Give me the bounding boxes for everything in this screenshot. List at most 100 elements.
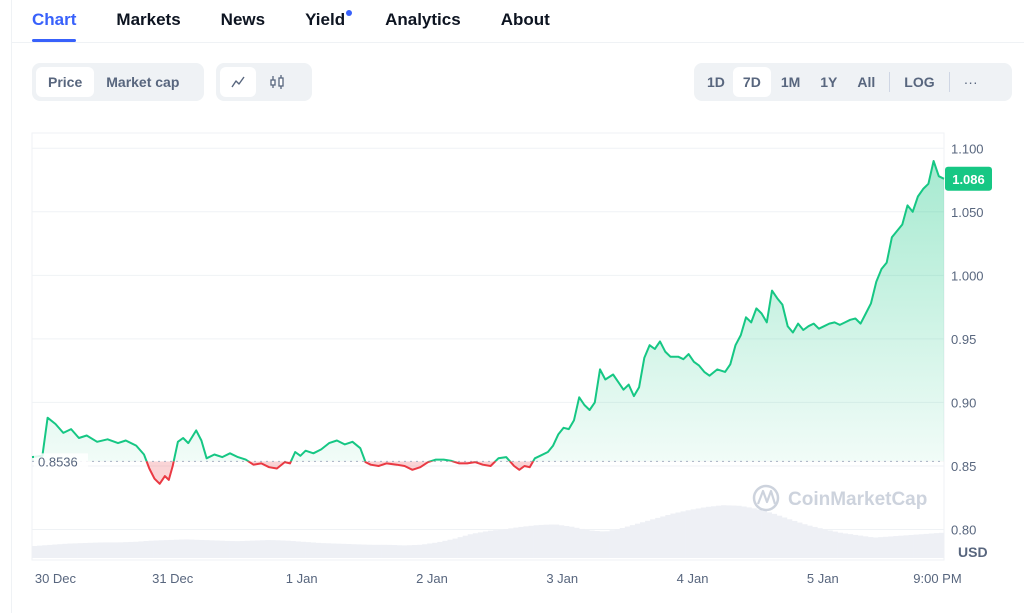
volume-bar — [32, 546, 38, 558]
volume-bar — [888, 536, 894, 558]
volume-bar — [204, 540, 210, 558]
volume-bar — [574, 527, 580, 558]
volume-bar — [457, 537, 463, 558]
price-chart[interactable]: CoinMarketCap 0.80 0.85 0.90 0.95 1.000 1.050… — [0, 0, 1024, 613]
volume-bar — [371, 544, 377, 558]
volume-bar — [477, 532, 484, 558]
volume-bar — [873, 537, 879, 558]
volume-bar — [163, 540, 170, 558]
reference-price-text: 0.8536 — [38, 454, 78, 469]
volume-bar — [614, 529, 621, 558]
volume-bar — [42, 545, 48, 558]
volume-bar — [37, 545, 43, 558]
volume-bar — [807, 525, 813, 558]
volume-bar — [452, 538, 458, 558]
volume-bar — [290, 541, 296, 558]
volume-bar — [442, 540, 448, 558]
volume-bar — [249, 540, 256, 558]
volume-bar — [771, 513, 778, 558]
volume-bar — [310, 542, 317, 558]
x-tick-label: 2 Jan — [416, 571, 448, 586]
volume-bar — [797, 522, 803, 558]
volume-bar — [330, 543, 337, 558]
y-tick-label: 0.80 — [951, 523, 976, 538]
volume-bar — [265, 540, 271, 558]
volume-bar — [786, 519, 793, 558]
reference-price-label: 0.8536 — [34, 453, 88, 470]
volume-bar — [168, 539, 175, 558]
current-price-text: 1.086 — [952, 172, 985, 187]
volume-bar — [634, 523, 641, 558]
volume-bar — [336, 543, 342, 558]
volume-bar — [792, 520, 798, 558]
volume-bar — [761, 510, 767, 558]
volume-bars — [32, 505, 945, 558]
volume-bar — [229, 541, 235, 558]
volume-bar — [548, 524, 555, 558]
volume-bar — [158, 540, 165, 558]
volume-bar — [685, 510, 691, 558]
volume-bar — [173, 539, 180, 558]
volume-bar — [209, 540, 215, 558]
volume-bar — [629, 525, 636, 558]
volume-bar — [619, 528, 626, 558]
volume-bar — [857, 535, 864, 558]
coinmarketcap-watermark: CoinMarketCap — [752, 484, 927, 512]
volume-bar — [341, 543, 347, 558]
volume-bar — [123, 542, 129, 558]
volume-bar — [675, 512, 681, 558]
volume-bar — [260, 540, 266, 558]
volume-bar — [594, 530, 600, 558]
volume-bar — [670, 513, 676, 558]
volume-bar — [584, 529, 590, 558]
volume-bar — [194, 539, 200, 558]
volume-bar — [624, 526, 631, 558]
y-tick-label: 1.050 — [951, 205, 984, 220]
volume-bar — [640, 522, 646, 558]
volume-bar — [609, 530, 615, 558]
volume-bar — [305, 542, 311, 558]
volume-bar — [538, 524, 545, 558]
volume-bar — [138, 541, 144, 558]
volume-bar — [928, 533, 935, 558]
volume-bar — [108, 542, 114, 558]
volume-bar — [726, 505, 732, 558]
volume-bar — [878, 537, 884, 558]
volume-bar — [776, 515, 783, 558]
volume-bar — [462, 535, 469, 558]
volume-bar — [412, 545, 418, 558]
volume-bar — [285, 540, 291, 558]
volume-bar — [817, 528, 823, 558]
y-tick-label: 1.000 — [951, 268, 984, 283]
volume-bar — [923, 533, 930, 558]
volume-bar — [275, 540, 281, 558]
volume-bar — [224, 540, 230, 558]
volume-bar — [482, 531, 489, 558]
volume-bar — [589, 530, 595, 558]
volume-bar — [320, 543, 327, 558]
x-tick-label: 1 Jan — [286, 571, 318, 586]
volume-bar — [62, 543, 68, 558]
volume-bar — [913, 534, 919, 558]
volume-bar — [133, 541, 139, 558]
volume-bar — [214, 540, 220, 558]
volume-bar — [351, 544, 357, 558]
volume-bar — [822, 529, 828, 558]
volume-bar — [660, 516, 666, 558]
watermark-text: CoinMarketCap — [788, 489, 927, 510]
volume-bar — [325, 543, 332, 558]
x-tick-label: 30 Dec — [35, 571, 77, 586]
volume-bar — [447, 539, 453, 558]
volume-bar — [604, 531, 610, 558]
volume-bar — [67, 543, 73, 558]
volume-bar — [847, 534, 854, 558]
volume-bar — [184, 539, 190, 558]
y-tick-label: 0.95 — [951, 332, 976, 347]
volume-bar — [564, 526, 570, 558]
volume-bar — [386, 544, 393, 558]
volume-bar — [270, 540, 276, 558]
volume-bar — [898, 535, 904, 558]
volume-bar — [518, 526, 524, 558]
volume-bar — [300, 541, 306, 558]
volume-bar — [467, 534, 474, 558]
